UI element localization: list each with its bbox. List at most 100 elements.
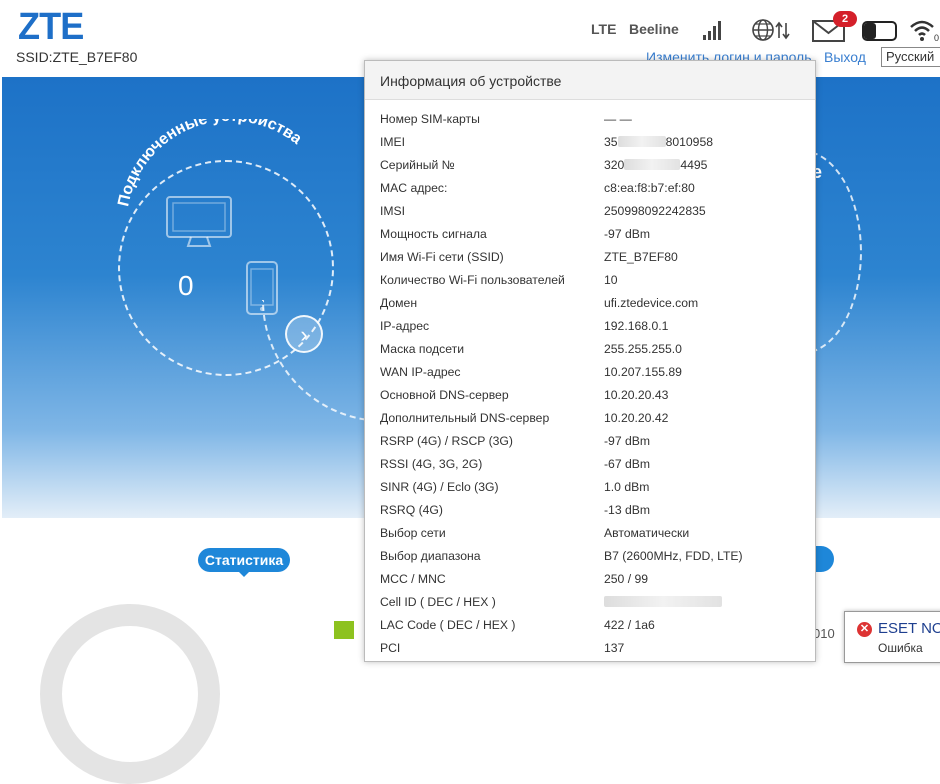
info-value: 1.0 dBm (604, 480, 650, 494)
info-label: RSRQ (4G) (380, 503, 443, 517)
info-value: — — (604, 112, 632, 126)
info-value: 255.255.255.0 (604, 342, 682, 356)
info-row-serial: Серийный № 320 4495 (365, 154, 815, 177)
info-label: Основной DNS-сервер (380, 388, 509, 402)
info-value: -13 dBm (604, 503, 651, 517)
info-value: 10.20.20.42 (604, 411, 669, 425)
eset-notification[interactable]: ✕ ESET NO Ошибка (844, 611, 940, 663)
message-count-badge: 2 (833, 11, 857, 27)
info-value-start: 35 (604, 135, 618, 149)
network-type: LTE (591, 21, 617, 37)
info-row-rsrp: RSRP (4G) / RSCP (3G) -97 dBm (365, 430, 815, 453)
info-value-end: 4495 (680, 158, 708, 172)
info-row-dns2: Дополнительный DNS-сервер 10.20.20.42 (365, 407, 815, 430)
statistics-donut-chart (40, 604, 220, 784)
info-label: Cell ID ( DEC / HEX ) (380, 595, 496, 609)
info-row-pci: PCI 137 (365, 637, 815, 660)
info-label: Количество Wi-Fi пользователей (380, 273, 565, 287)
info-row-band-select: Выбор диапазона B7 (2600MHz, FDD, LTE) (365, 545, 815, 568)
info-value: 192.168.0.1 (604, 319, 669, 333)
info-label: LAC Code ( DEC / HEX ) (380, 618, 516, 632)
info-value: Автоматически (604, 526, 690, 540)
globe-data-icon[interactable] (752, 18, 792, 42)
device-info-table: Номер SIM-карты — — IMEI 35 8010958 Серийны… (365, 100, 815, 660)
info-row-wan-ip: WAN IP-адрес 10.207.155.89 (365, 361, 815, 384)
info-value: -67 dBm (604, 457, 651, 471)
eset-subtitle: Ошибка (878, 641, 923, 655)
info-row-imsi: IMSI 250998092242835 (365, 200, 815, 223)
info-label: Номер SIM-карты (380, 112, 480, 126)
info-label: RSRP (4G) / RSCP (3G) (380, 434, 513, 448)
info-label: Имя Wi-Fi сети (SSID) (380, 250, 504, 264)
connected-count: 0 (178, 270, 194, 301)
info-value: -97 dBm (604, 434, 651, 448)
info-label: Серийный № (380, 158, 455, 172)
info-row-ip: IP-адрес 192.168.0.1 (365, 315, 815, 338)
wifi-icon[interactable]: 0 (909, 18, 940, 42)
ssid-label: SSID:ZTE_B7EF80 (16, 49, 138, 65)
info-row-rsrq: RSRQ (4G) -13 dBm (365, 499, 815, 522)
info-row-mask: Маска подсети 255.255.255.0 (365, 338, 815, 361)
eset-title: ESET NO (878, 620, 940, 637)
info-value: 10.207.155.89 (604, 365, 682, 379)
zte-logo[interactable]: ZTE (18, 6, 84, 49)
info-row-mac: MAC адрес: c8:ea:f8:b7:ef:80 (365, 177, 815, 200)
info-row-rssi: RSSI (4G, 3G, 2G) -67 dBm (365, 453, 815, 476)
right-value-fragment: 010 (813, 626, 835, 641)
info-label: Маска подсети (380, 342, 465, 356)
info-label: MAC адрес: (380, 181, 448, 195)
info-value: ZTE_B7EF80 (604, 250, 678, 264)
phone-icon (246, 261, 278, 315)
info-value-start: 320 (604, 158, 625, 172)
info-value: 250 / 99 (604, 572, 649, 586)
info-label: Выбор сети (380, 526, 446, 540)
info-value: c8:ea:f8:b7:ef:80 (604, 181, 695, 195)
info-value: 250998092242835 (604, 204, 706, 218)
logout-link[interactable]: Выход (824, 49, 866, 65)
info-row-sinr: SINR (4G) / Eclo (3G) 1.0 dBm (365, 476, 815, 499)
info-row-mcc-mnc: MCC / MNC 250 / 99 (365, 568, 815, 591)
language-select[interactable]: Русский (881, 47, 940, 67)
info-label: PCI (380, 641, 401, 655)
operator-name: Beeline (629, 21, 679, 37)
info-label: IP-адрес (380, 319, 430, 333)
info-value: 320 4495 (604, 158, 707, 172)
info-label: IMSI (380, 204, 406, 218)
info-row-ssid: Имя Wi-Fi сети (SSID) ZTE_B7EF80 (365, 246, 815, 269)
signal-bars-icon (703, 21, 721, 40)
info-row-lac: LAC Code ( DEC / HEX ) 422 / 1a6 (365, 614, 815, 637)
info-label: SINR (4G) / Eclo (3G) (380, 480, 499, 494)
info-label: RSSI (4G, 3G, 2G) (380, 457, 483, 471)
info-row-sim: Номер SIM-карты — — (365, 108, 815, 131)
device-info-dialog: Информация об устройстве Номер SIM-карты… (364, 60, 816, 662)
info-value (604, 595, 722, 609)
info-value: B7 (2600MHz, FDD, LTE) (604, 549, 743, 563)
dialog-title: Информация об устройстве (365, 61, 815, 100)
info-value: ufi.ztedevice.com (604, 296, 699, 310)
info-label: Выбор диапазона (380, 549, 481, 563)
info-row-wifi-users: Количество Wi-Fi пользователей 10 (365, 269, 815, 292)
legend-green-square (334, 621, 354, 639)
info-value: -97 dBm (604, 227, 651, 241)
info-value: 35 8010958 (604, 135, 713, 149)
info-row-cell-id: Cell ID ( DEC / HEX ) (365, 591, 815, 614)
devices-next-button[interactable]: › (285, 315, 323, 353)
info-label: IMEI (380, 135, 406, 149)
info-label: MCC / MNC (380, 572, 446, 586)
info-value: 10.20.20.43 (604, 388, 669, 402)
info-value: 137 (604, 641, 625, 655)
redacted-mark (604, 596, 722, 607)
redacted-mark (617, 136, 666, 147)
info-label: Мощность сигнала (380, 227, 487, 241)
info-row-domain: Домен ufi.ztedevice.com (365, 292, 815, 315)
svg-text:0: 0 (934, 33, 939, 42)
info-row-network-select: Выбор сети Автоматически (365, 522, 815, 545)
statistics-button[interactable]: Статистика (198, 548, 290, 577)
battery-icon (862, 21, 897, 41)
info-label: Домен (380, 296, 418, 310)
redacted-mark (624, 159, 681, 170)
info-value: 10 (604, 273, 618, 287)
error-icon: ✕ (857, 622, 872, 637)
info-value: 422 / 1a6 (604, 618, 655, 632)
info-row-imei: IMEI 35 8010958 (365, 131, 815, 154)
